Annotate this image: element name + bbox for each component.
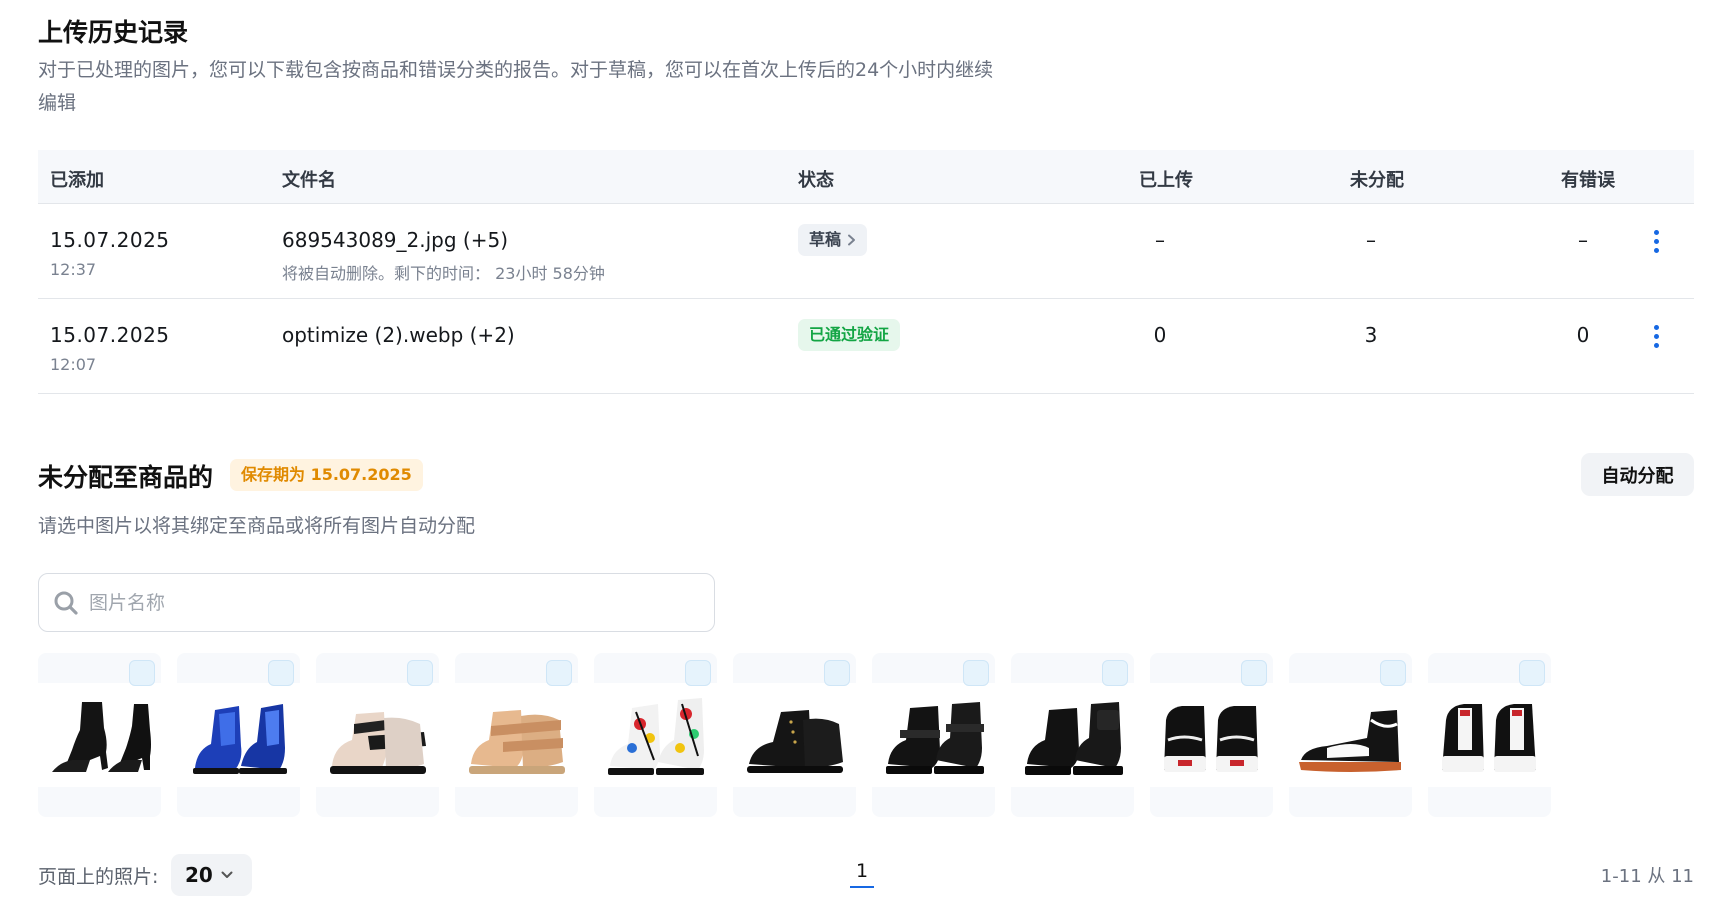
unassigned-title: 未分配至商品的 — [38, 463, 214, 492]
image-select-checkbox[interactable] — [1380, 660, 1406, 686]
image-card[interactable] — [38, 653, 161, 817]
black-studded-ankle-boot-icon — [746, 710, 843, 773]
retention-badge: 保存期为 15.07.2025 — [230, 459, 423, 491]
row-date: 15.07.2025 — [50, 228, 170, 252]
pagination-page-1[interactable]: 1 — [850, 860, 875, 888]
more-options-icon[interactable] — [1644, 226, 1668, 256]
image-card[interactable] — [177, 653, 300, 817]
image-select-checkbox[interactable] — [824, 660, 850, 686]
black-high-top-sneaker-side-icon — [1298, 710, 1401, 772]
black-white-high-top-sneakers-laced-icon — [1441, 704, 1536, 772]
image-card[interactable] — [455, 653, 578, 817]
row-auto-delete-note: 将被自动删除。剩下的时间： 23小时 58分钟 — [282, 264, 605, 283]
search-icon — [54, 591, 78, 615]
per-page-label: 页面上的照片: — [38, 866, 159, 888]
blue-metallic-boot-icon — [192, 704, 287, 774]
image-card[interactable] — [594, 653, 717, 817]
chevron-right-icon — [848, 234, 856, 246]
upload-history-description: 对于已处理的图片，您可以下载包含按商品和错误分类的报告。对于草稿，您可以在首次上… — [38, 59, 994, 114]
image-card[interactable] — [1150, 653, 1273, 817]
row-time: 12:37 — [50, 260, 97, 279]
black-heeled-ankle-boot-icon — [51, 702, 151, 772]
table-header: 已添加 文件名 状态 已上传 未分配 有错误 — [38, 150, 1694, 204]
status-label: 已通过验证 — [809, 325, 890, 344]
graffiti-combat-boot-icon — [607, 698, 704, 775]
row-unassigned-count: 3 — [1364, 323, 1378, 347]
unassigned-image-grid — [38, 653, 1551, 817]
image-select-checkbox[interactable] — [129, 660, 155, 686]
column-uploaded: 已上传 — [1139, 170, 1193, 191]
status-badge-draft[interactable]: 草稿 — [798, 224, 868, 256]
chevron-down-icon — [221, 871, 233, 878]
image-select-checkbox[interactable] — [963, 660, 989, 686]
table-row[interactable]: 15.07.2025 12:37 689543089_2.jpg (+5) 将被… — [38, 204, 1694, 299]
results-range: 1-11 从 11 — [1600, 866, 1694, 887]
image-card[interactable] — [733, 653, 856, 817]
row-uploaded-count: – — [1155, 228, 1165, 252]
column-unassigned: 未分配 — [1350, 170, 1404, 191]
upload-history-title: 上传历史记录 — [38, 18, 189, 47]
image-card[interactable] — [316, 653, 439, 817]
black-buckle-boot-icon — [885, 702, 984, 774]
per-page-value: 20 — [185, 863, 213, 887]
image-search-input[interactable] — [89, 591, 689, 614]
column-errors: 有错误 — [1561, 170, 1615, 191]
image-select-checkbox[interactable] — [1519, 660, 1545, 686]
image-select-checkbox[interactable] — [685, 660, 711, 686]
image-card[interactable] — [1289, 653, 1412, 817]
per-page-select[interactable]: 20 — [171, 854, 252, 896]
row-errors-count: 0 — [1576, 323, 1590, 347]
image-select-checkbox[interactable] — [268, 660, 294, 686]
image-search-box[interactable] — [38, 573, 715, 632]
table-row[interactable]: 15.07.2025 12:07 optimize (2).webp (+2) … — [38, 299, 1694, 394]
column-added: 已添加 — [50, 170, 104, 191]
auto-assign-button[interactable]: 自动分配 — [1581, 453, 1694, 496]
gold-strap-boot-icon — [468, 710, 565, 774]
beige-black-strap-boot-icon — [329, 712, 426, 774]
unassigned-description: 请选中图片以将其绑定至商品或将所有图片自动分配 — [38, 515, 476, 537]
more-options-icon[interactable] — [1644, 321, 1668, 351]
row-time: 12:07 — [50, 355, 97, 374]
image-card[interactable] — [1011, 653, 1134, 817]
image-select-checkbox[interactable] — [1102, 660, 1128, 686]
image-card[interactable] — [872, 653, 995, 817]
upload-history-table: 已添加 文件名 状态 已上传 未分配 有错误 15.07.2025 12:37 … — [38, 150, 1694, 394]
row-filename: 689543089_2.jpg (+5) — [282, 228, 508, 252]
column-status: 状态 — [798, 170, 834, 191]
image-select-checkbox[interactable] — [546, 660, 572, 686]
image-select-checkbox[interactable] — [1241, 660, 1267, 686]
status-badge-verified: 已通过验证 — [798, 319, 901, 351]
image-card[interactable] — [1428, 653, 1551, 817]
image-select-checkbox[interactable] — [407, 660, 433, 686]
black-pocket-combat-boot-icon — [1024, 702, 1123, 775]
row-errors-count: – — [1578, 228, 1588, 252]
row-date: 15.07.2025 — [50, 323, 170, 347]
black-white-high-top-sneakers-icon — [1163, 706, 1258, 772]
row-unassigned-count: – — [1366, 228, 1376, 252]
row-filename: optimize (2).webp (+2) — [282, 323, 515, 347]
row-uploaded-count: 0 — [1153, 323, 1167, 347]
column-filename: 文件名 — [282, 170, 336, 191]
status-label: 草稿 — [809, 230, 842, 249]
